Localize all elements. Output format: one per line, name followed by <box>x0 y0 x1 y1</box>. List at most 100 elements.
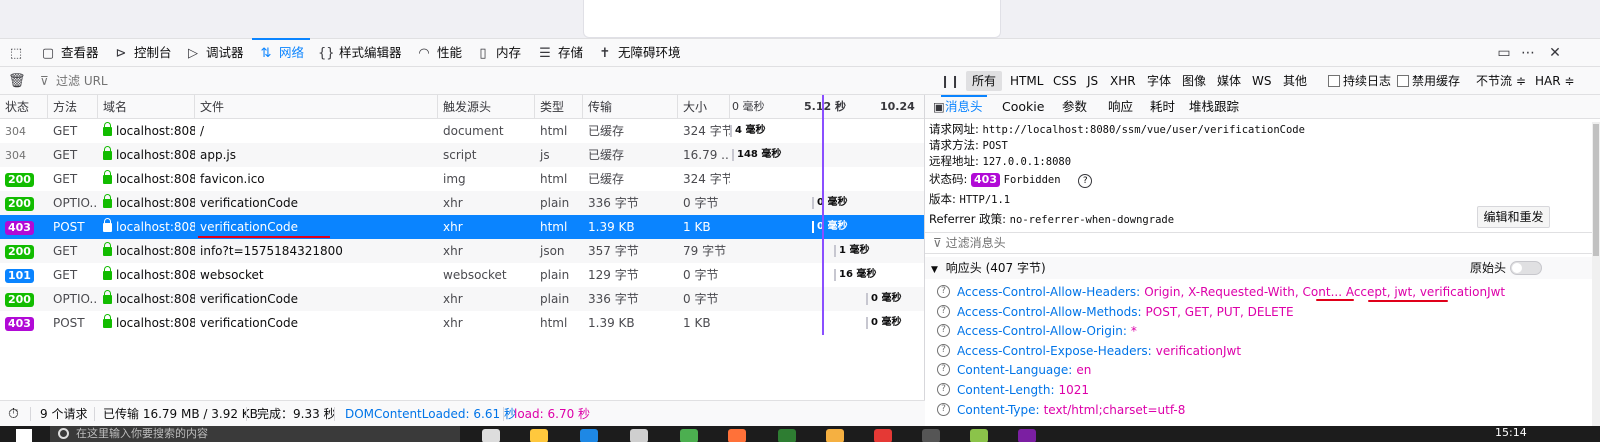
task-view-icon[interactable] <box>482 429 500 442</box>
cause-text: xhr <box>443 292 463 306</box>
tab-storage[interactable]: ☰ 存储 <box>537 39 583 67</box>
method-cell: OPTIO... <box>48 191 98 215</box>
request-row[interactable]: 304 GET localhost:8088 / document html 已缓存 324 … <box>0 119 924 143</box>
performance-icon: ◠ <box>418 46 430 61</box>
edge-browser-icon[interactable] <box>580 429 598 442</box>
filter-url-input[interactable]: 过滤 URL <box>56 67 108 95</box>
details-tab[interactable]: 堆栈跟踪 <box>1189 95 1239 119</box>
tab-debugger[interactable]: ▷ 调试器 <box>185 39 244 67</box>
dock-icon[interactable]: ▭ <box>1494 39 1514 67</box>
request-list: 状态 方法 域名 文件 触发源头 类型 传输 大小 0 毫秒 5.12 秒 10.24 304 GE… <box>0 95 925 400</box>
cause-text: img <box>443 172 466 186</box>
disable-cache-checkbox[interactable]: 禁用缓存 <box>1397 67 1460 95</box>
editor-app-icon[interactable] <box>778 429 796 442</box>
waterfall-bar <box>732 149 734 161</box>
request-row[interactable]: 200 GET localhost:8088 favicon.ico img html 已缓… <box>0 167 924 191</box>
performance-stopwatch-icon[interactable]: ⏱ <box>8 401 19 427</box>
persist-logs-checkbox[interactable]: 持续日志 <box>1328 67 1391 95</box>
tab-network[interactable]: ⇅ 网络 <box>251 38 311 67</box>
close-icon[interactable]: ✕ <box>1545 39 1565 67</box>
edit-resend-button[interactable]: 编辑和重发 <box>1477 206 1550 228</box>
request-row[interactable]: 403 POST localhost:8080 verificationCode xhr… <box>0 215 924 239</box>
chrome-icon[interactable] <box>680 429 698 442</box>
help-icon[interactable]: ? <box>937 324 950 338</box>
help-icon[interactable]: ? <box>937 304 950 318</box>
help-icon[interactable]: ? <box>937 383 950 396</box>
filter-headers-input[interactable]: ⊽ 过滤消息头 <box>925 232 1592 254</box>
help-icon[interactable]: ? <box>937 285 950 298</box>
column-header[interactable]: 域名 <box>98 95 195 119</box>
pause-icon[interactable]: ❙❙ <box>940 67 960 95</box>
request-row[interactable]: 200 GET localhost:8088 info?t=1575184321800… <box>0 239 924 263</box>
cause-cell: script <box>438 143 535 167</box>
har-menu[interactable]: HAR ≑ <box>1535 67 1574 95</box>
type-text: html <box>540 172 568 186</box>
details-tab[interactable]: 响应 <box>1108 95 1133 119</box>
tab-memory[interactable]: ▯ 内存 <box>475 39 521 67</box>
more-menu-icon[interactable]: ⋯ <box>1518 39 1538 67</box>
help-icon[interactable]: ? <box>937 402 950 416</box>
details-tab[interactable]: 耗时 <box>1150 95 1175 119</box>
help-icon[interactable]: ? <box>1078 174 1093 188</box>
request-row[interactable]: 101 GET localhost:8088 websocket websocket pl… <box>0 263 924 287</box>
status-cell: 403 <box>0 311 48 335</box>
column-header[interactable]: 触发源头 <box>438 95 535 119</box>
filter-type-button[interactable]: WS <box>1246 71 1277 91</box>
request-row[interactable]: 200 OPTIO... localhost:8080 verificationCod… <box>0 191 924 215</box>
filter-type-button[interactable]: JS <box>1081 71 1104 91</box>
response-headers-section[interactable]: ▼ 响应头 (407 字节) 原始头 <box>925 257 1592 279</box>
column-header[interactable]: 方法 <box>48 95 98 119</box>
domain-text: localhost:8088 <box>116 124 195 138</box>
column-header[interactable]: 大小 <box>678 95 730 119</box>
raw-headers-toggle[interactable] <box>1510 261 1542 275</box>
wechat-icon[interactable] <box>970 429 988 442</box>
help-icon[interactable]: ? <box>937 363 950 377</box>
ide-icon[interactable] <box>1018 429 1036 442</box>
details-scrollbar-thumb[interactable] <box>1593 124 1599 256</box>
taskbar-search-box[interactable]: 在这里输入你要搜索的内容 <box>50 426 460 442</box>
filter-type-button[interactable]: 其他 <box>1277 71 1313 91</box>
request-row[interactable]: 403 POST localhost:8080 verificationCode xhr… <box>0 311 924 335</box>
filter-type-button[interactable]: 字体 <box>1141 71 1177 91</box>
column-header[interactable]: 类型 <box>535 95 583 119</box>
tab-console[interactable]: ⊳ 控制台 <box>113 39 172 67</box>
pick-element-icon[interactable]: ⬚ <box>8 39 29 67</box>
cause-cell: websocket <box>438 263 535 287</box>
trash-icon[interactable]: 🗑 <box>8 67 26 95</box>
column-header[interactable]: 状态 <box>0 95 48 119</box>
column-header[interactable]: 传输 <box>583 95 678 119</box>
tab-inspector[interactable]: ▢ 查看器 <box>40 39 99 67</box>
lock-icon <box>103 170 112 184</box>
details-tab[interactable]: 消息头 <box>941 95 986 119</box>
tab-performance[interactable]: ◠ 性能 <box>416 39 462 67</box>
filter-type-button[interactable]: HTML <box>1004 71 1049 91</box>
app-icon[interactable] <box>874 429 892 442</box>
file-text: info?t=1575184321800 <box>200 244 343 258</box>
tab-accessibility[interactable]: ✝ 无障碍环境 <box>597 39 681 67</box>
filter-type-button[interactable]: 所有 <box>966 71 1003 91</box>
windows-start-icon[interactable] <box>16 429 32 442</box>
store-icon[interactable] <box>630 429 648 442</box>
request-row[interactable]: 200 OPTIO... localhost:8080 verificationCod… <box>0 287 924 311</box>
domain-cell: localhost:8080 <box>98 311 195 335</box>
filter-icon: ⊽ <box>933 236 946 250</box>
filter-type-button[interactable]: 图像 <box>1176 71 1212 91</box>
firefox-icon[interactable] <box>728 429 746 442</box>
help-icon[interactable]: ? <box>937 343 950 357</box>
throttle-select[interactable]: 不节流 ≑ <box>1476 67 1526 95</box>
filter-type-button[interactable]: CSS <box>1047 71 1083 91</box>
request-row[interactable]: 304 GET localhost:8088 app.js script js 已缓存 16.… <box>0 143 924 167</box>
notes-app-icon[interactable] <box>826 429 844 442</box>
filter-type-button[interactable]: XHR <box>1104 71 1142 91</box>
filter-type-button[interactable]: 媒体 <box>1211 71 1247 91</box>
details-tab[interactable]: 参数 <box>1062 95 1087 119</box>
inspector-icon: ▢ <box>41 46 55 61</box>
collapse-panel-icon[interactable]: ▣ <box>933 95 945 119</box>
method-text: OPTIO... <box>53 292 98 306</box>
file-explorer-icon[interactable] <box>530 429 548 442</box>
tab-style-editor[interactable]: {} 样式编辑器 <box>318 39 402 67</box>
terminal-icon[interactable] <box>922 429 940 442</box>
column-header[interactable]: 文件 <box>195 95 438 119</box>
details-tab[interactable]: Cookie <box>1002 95 1044 119</box>
type-text: js <box>540 148 550 162</box>
